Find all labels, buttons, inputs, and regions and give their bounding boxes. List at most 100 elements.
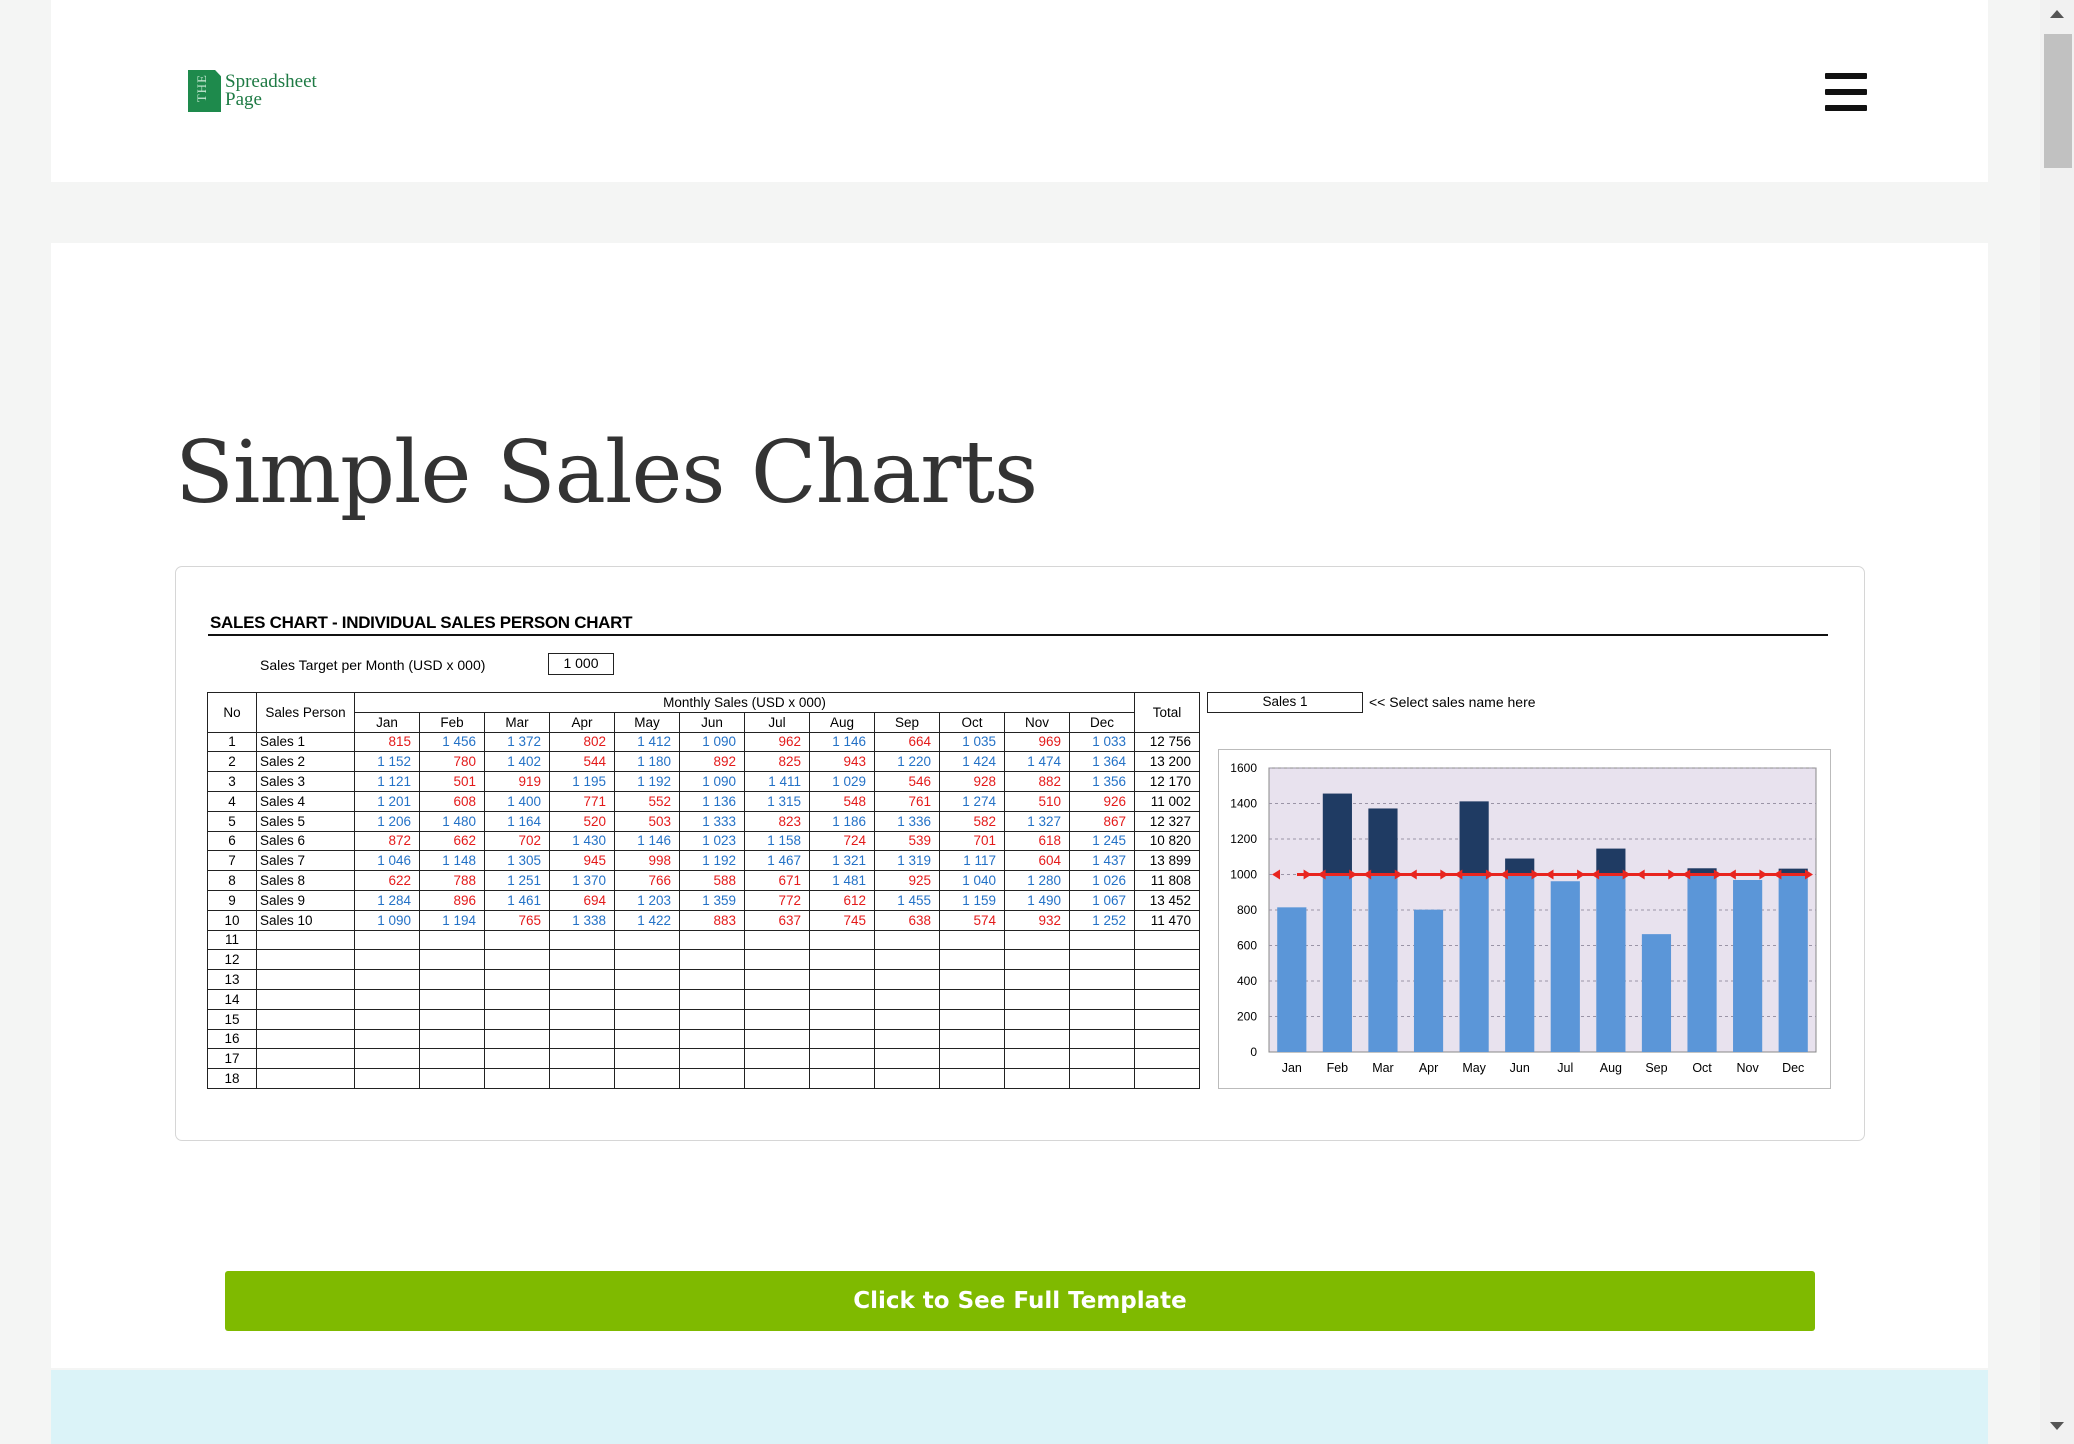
- sales-value-cell: 671: [744, 870, 810, 891]
- sales-value-cell: 926: [1069, 790, 1135, 812]
- empty-cell: [1134, 1028, 1200, 1050]
- sales-value-cell: 1 402: [484, 751, 550, 773]
- site-logo[interactable]: THE Spreadsheet Page: [188, 70, 317, 112]
- sales-value-cell: 1 481: [809, 870, 875, 891]
- sales-value-cell: 724: [809, 830, 875, 852]
- sales-value-cell: 1 305: [484, 850, 550, 872]
- empty-cell: [939, 1008, 1005, 1030]
- table-row-empty: 11: [207, 929, 1200, 951]
- sales-value-cell: 772: [744, 889, 810, 911]
- sales-value-cell: 1 411: [744, 771, 810, 792]
- col-header-person: Sales Person: [256, 692, 355, 733]
- sales-value-cell: 883: [679, 909, 745, 931]
- sales-value-cell: 943: [809, 751, 875, 773]
- empty-cell: [256, 949, 355, 971]
- empty-cell: [874, 1008, 940, 1030]
- empty-cell: [484, 969, 550, 990]
- empty-cell: [744, 929, 810, 951]
- scroll-up-arrow-icon[interactable]: [2050, 10, 2064, 18]
- row-number: 9: [207, 889, 257, 911]
- row-number: 18: [207, 1068, 257, 1089]
- x-tick-label: Aug: [1600, 1061, 1622, 1075]
- empty-cell: [354, 988, 420, 1010]
- menu-icon[interactable]: [1825, 73, 1867, 111]
- sales-value-cell: 932: [1004, 909, 1070, 931]
- sales-person-name: Sales 8: [256, 870, 355, 891]
- sales-name-select[interactable]: Sales 1: [1207, 692, 1363, 713]
- sales-value-cell: 503: [614, 810, 680, 832]
- sales-bar-chart: 0 200 400 600 800 1000 1200 1400 1600 Jan Feb Mar Ap…: [1218, 749, 1831, 1089]
- scroll-down-arrow-icon[interactable]: [2050, 1422, 2064, 1430]
- bar: [1687, 874, 1717, 1052]
- empty-cell: [419, 969, 485, 990]
- empty-cell: [419, 1008, 485, 1030]
- scroll-thumb[interactable]: [2044, 34, 2072, 168]
- empty-cell: [744, 949, 810, 971]
- empty-cell: [354, 929, 420, 951]
- empty-cell: [1004, 949, 1070, 971]
- empty-cell: [419, 988, 485, 1010]
- empty-cell: [1004, 1028, 1070, 1050]
- row-number: 8: [207, 870, 257, 891]
- sales-value-cell: 1 412: [614, 731, 680, 753]
- sales-value-cell: 765: [484, 909, 550, 931]
- empty-cell: [614, 1068, 680, 1089]
- y-tick-label: 600: [1237, 939, 1257, 953]
- empty-cell: [484, 1028, 550, 1050]
- sales-person-name: Sales 3: [256, 771, 355, 792]
- sales-value-cell: 1 336: [874, 810, 940, 832]
- row-total: 11 470: [1134, 909, 1200, 931]
- col-header-month: Feb: [419, 711, 485, 733]
- sales-value-cell: 520: [549, 810, 615, 832]
- sales-value-cell: 1 090: [679, 771, 745, 792]
- sales-value-cell: 664: [874, 731, 940, 753]
- col-header-month: Mar: [484, 711, 550, 733]
- empty-cell: [1134, 929, 1200, 951]
- bar: [1505, 874, 1535, 1052]
- row-number: 15: [207, 1008, 257, 1030]
- sales-person-name: Sales 5: [256, 810, 355, 832]
- empty-cell: [679, 929, 745, 951]
- sales-value-cell: 539: [874, 830, 940, 852]
- template-preview-image: SALES CHART - INDIVIDUAL SALES PERSON CH…: [175, 566, 1865, 1141]
- row-total: 13 452: [1134, 889, 1200, 911]
- full-template-button[interactable]: Click to See Full Template: [225, 1271, 1815, 1331]
- sales-value-cell: 1 400: [484, 790, 550, 812]
- sales-value-cell: 1 245: [1069, 830, 1135, 852]
- chart-svg: 0 200 400 600 800 1000 1200 1400 1600 Jan Feb Mar Ap…: [1230, 761, 1817, 1075]
- sales-value-cell: 771: [549, 790, 615, 812]
- target-value: 1 000: [548, 653, 614, 675]
- scrollbar[interactable]: [2040, 0, 2074, 1444]
- bar-excess: [1505, 858, 1535, 875]
- table-row: 1 Sales 1 815 1 456 1 372 802 1 412 1 090 962 1 1…: [207, 731, 1200, 753]
- empty-cell: [809, 969, 875, 990]
- col-header-month: Apr: [549, 711, 615, 733]
- bar: [1368, 874, 1398, 1052]
- x-tick-label: Nov: [1737, 1061, 1760, 1075]
- empty-cell: [419, 1028, 485, 1050]
- empty-cell: [1134, 949, 1200, 971]
- sales-value-cell: 815: [354, 731, 420, 753]
- page-title: Simple Sales Charts: [175, 423, 1038, 523]
- empty-cell: [744, 969, 810, 990]
- sales-value-cell: 701: [939, 830, 1005, 852]
- x-tick-label: Jun: [1510, 1061, 1530, 1075]
- site-header: THE Spreadsheet Page: [51, 0, 1988, 182]
- empty-cell: [744, 1028, 810, 1050]
- x-tick-label: Feb: [1327, 1061, 1349, 1075]
- sales-value-cell: 896: [419, 889, 485, 911]
- row-number: 12: [207, 949, 257, 971]
- sales-value-cell: 1 201: [354, 790, 420, 812]
- sales-person-name: Sales 2: [256, 751, 355, 773]
- col-header-month: Aug: [809, 711, 875, 733]
- table-row-empty: 12: [207, 949, 1200, 971]
- empty-cell: [549, 969, 615, 990]
- logo-mark-icon: THE: [188, 70, 221, 112]
- sales-value-cell: 998: [614, 850, 680, 872]
- empty-cell: [1069, 929, 1135, 951]
- col-header-month: Jul: [744, 711, 810, 733]
- col-header-month: Oct: [939, 711, 1005, 733]
- sales-value-cell: 1 117: [939, 850, 1005, 872]
- empty-cell: [874, 988, 940, 1010]
- row-number: 2: [207, 751, 257, 773]
